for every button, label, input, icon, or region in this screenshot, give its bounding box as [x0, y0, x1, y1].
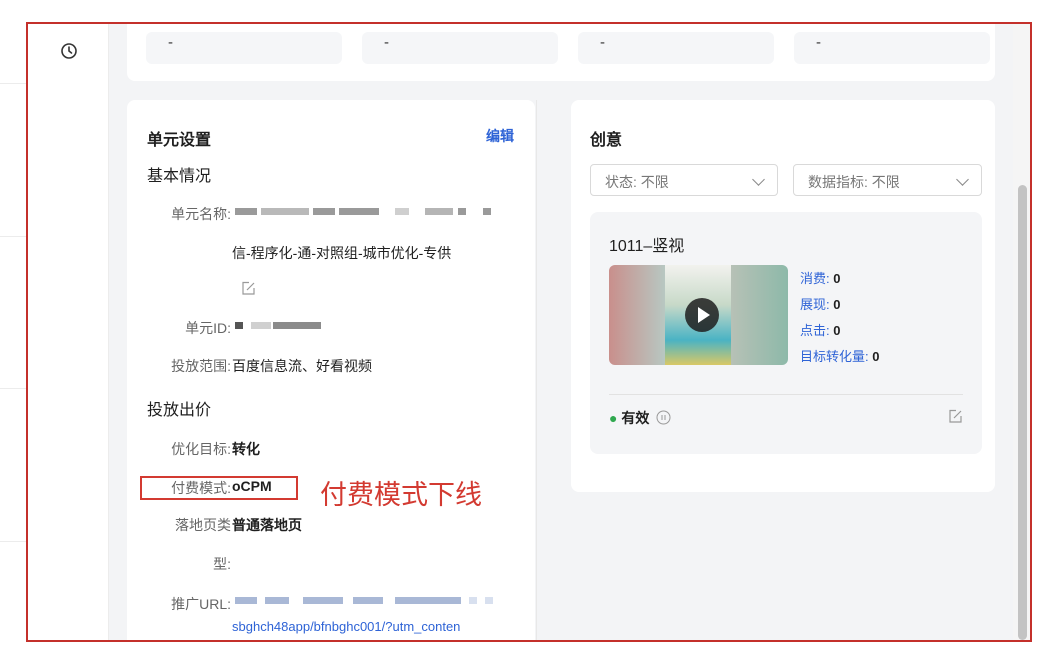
annotation-frame	[26, 22, 1032, 642]
left-rail	[0, 0, 26, 668]
